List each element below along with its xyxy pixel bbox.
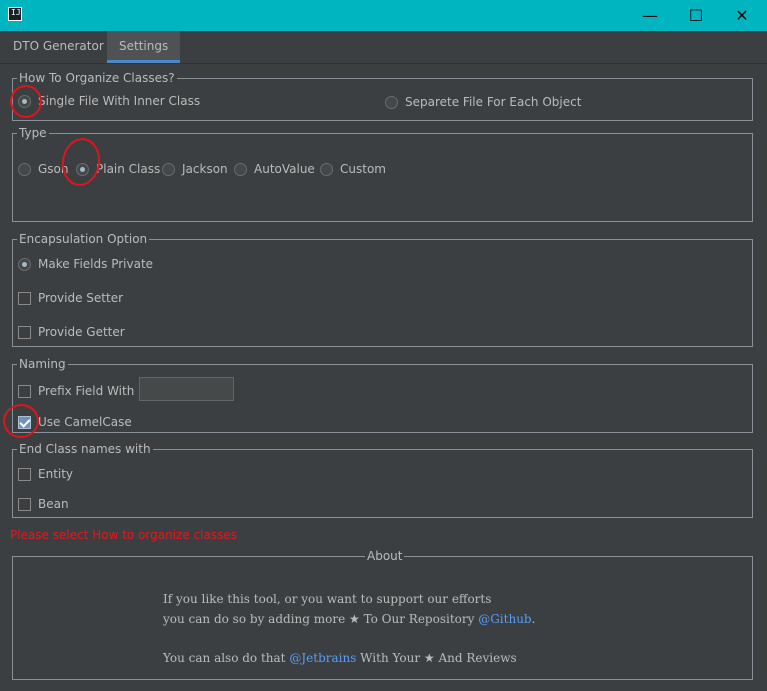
prefix-field-label: Prefix Field With [38, 384, 135, 398]
tab-settings[interactable]: Settings [107, 31, 181, 63]
prefix-field-option[interactable]: Prefix Field With [18, 382, 134, 400]
github-link[interactable]: @Github [478, 612, 531, 626]
type-group: Type Gson Plain Class Jackson AutoValue … [12, 126, 753, 222]
bean-option[interactable]: Bean [18, 495, 69, 513]
make-fields-private-option[interactable]: Make Fields Private [18, 255, 153, 273]
autovalue-label: AutoValue [254, 162, 315, 176]
autovalue-radio[interactable] [234, 162, 247, 176]
prefix-field-input[interactable] [139, 377, 234, 401]
custom-option[interactable]: Custom [320, 160, 386, 178]
plain-class-label: Plain Class [96, 162, 161, 176]
encapsulation-group: Encapsulation Option Make Fields Private… [12, 232, 753, 347]
tab-dto-generator[interactable]: DTO Generator [1, 31, 116, 63]
about-line-3-end: With Your ★ And Reviews [356, 651, 517, 665]
make-fields-private-radio[interactable] [18, 257, 31, 271]
end-class-group: End Class names with Entity Bean [12, 442, 753, 518]
bean-label: Bean [38, 497, 69, 511]
provide-getter-checkbox[interactable] [18, 325, 31, 339]
title-bar: IJ — ☐ ✕ [0, 0, 767, 31]
jackson-label: Jackson [182, 162, 228, 176]
minimize-icon: — [642, 6, 658, 25]
entity-label: Entity [38, 467, 74, 481]
custom-label: Custom [340, 162, 386, 176]
make-fields-private-label: Make Fields Private [38, 257, 154, 271]
jackson-option[interactable]: Jackson [162, 160, 228, 178]
provide-getter-option[interactable]: Provide Getter [18, 323, 125, 341]
about-line-3-text: You can also do that [163, 651, 290, 665]
naming-legend: Naming [17, 357, 68, 371]
error-message: Please select How to organize classes [10, 528, 237, 542]
tab-bar: DTO Generator Settings [0, 31, 767, 64]
minimize-button[interactable]: — [627, 0, 673, 31]
close-button[interactable]: ✕ [719, 0, 765, 31]
separate-file-label: Separete File For Each Object [405, 95, 582, 109]
gson-radio[interactable] [18, 162, 31, 176]
entity-option[interactable]: Entity [18, 465, 73, 483]
about-line-2-text: you can do so by adding more ★ To Our Re… [163, 612, 479, 626]
end-class-legend: End Class names with [17, 442, 153, 456]
use-camelcase-label: Use CamelCase [38, 415, 132, 429]
naming-group: Naming Prefix Field With Use CamelCase [12, 357, 753, 433]
organize-legend: How To Organize Classes? [17, 71, 177, 85]
jetbrains-link[interactable]: @Jetbrains [289, 651, 356, 665]
provide-setter-checkbox[interactable] [18, 291, 31, 305]
about-legend: About [365, 549, 405, 563]
maximize-icon: ☐ [688, 6, 704, 25]
intellij-app-icon: IJ [8, 7, 22, 21]
app-icon-text: IJ [11, 8, 21, 17]
about-group: About If you like this tool, or you want… [12, 549, 753, 680]
about-line-2-end: . [531, 612, 536, 626]
provide-setter-option[interactable]: Provide Setter [18, 289, 123, 307]
about-line-2: you can do so by adding more ★ To Our Re… [163, 612, 535, 626]
custom-radio[interactable] [320, 162, 333, 176]
provide-getter-label: Provide Getter [38, 325, 125, 339]
bean-checkbox[interactable] [18, 497, 31, 511]
single-file-option[interactable]: Single File With Inner Class [18, 92, 200, 110]
separate-file-radio[interactable] [385, 95, 398, 109]
autovalue-option[interactable]: AutoValue [234, 160, 315, 178]
about-line-3: You can also do that @Jetbrains With You… [163, 651, 517, 665]
provide-setter-label: Provide Setter [38, 291, 124, 305]
close-icon: ✕ [735, 6, 749, 25]
type-legend: Type [17, 126, 49, 140]
maximize-button[interactable]: ☐ [673, 0, 719, 31]
jackson-radio[interactable] [162, 162, 175, 176]
organize-group: How To Organize Classes? Single File Wit… [12, 71, 753, 121]
entity-checkbox[interactable] [18, 467, 31, 481]
separate-file-option[interactable]: Separete File For Each Object [385, 93, 581, 111]
encapsulation-legend: Encapsulation Option [17, 232, 150, 246]
single-file-label: Single File With Inner Class [38, 94, 201, 108]
prefix-field-checkbox[interactable] [18, 384, 31, 398]
about-line-1: If you like this tool, or you want to su… [163, 592, 492, 606]
